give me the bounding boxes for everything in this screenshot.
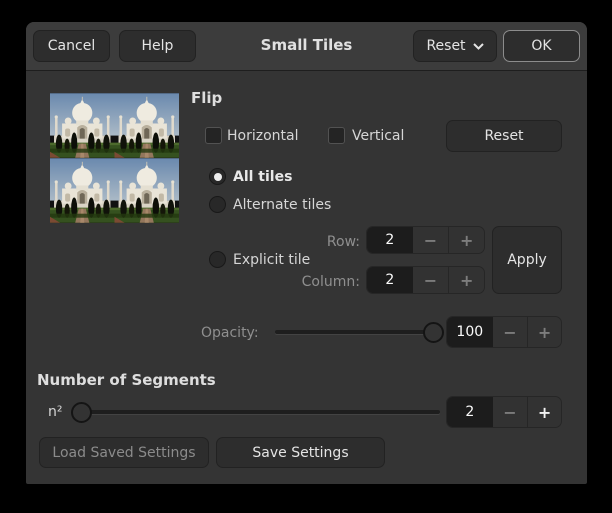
vertical-checkbox-label[interactable]: Vertical [352,128,404,144]
help-button[interactable]: Help [119,30,196,62]
opacity-slider-track[interactable] [275,330,443,334]
horizontal-checkbox[interactable] [205,127,222,144]
alternate-tiles-radio-label[interactable]: Alternate tiles [233,197,331,213]
opacity-slider-thumb[interactable] [423,322,444,343]
opacity-decrement-button[interactable]: − [493,317,528,347]
segments-increment-button[interactable]: + [527,397,561,427]
minus-icon: − [424,231,437,250]
minus-icon: − [503,323,516,342]
save-settings-button[interactable]: Save Settings [216,437,385,468]
ok-button[interactable]: OK [503,30,580,62]
reset-menu-button[interactable]: Reset [413,30,497,62]
row-input[interactable]: 2 [367,227,413,253]
segments-slider-track[interactable] [75,410,440,414]
row-increment-button[interactable]: + [448,227,484,253]
all-tiles-radio-label[interactable]: All tiles [233,169,292,185]
plus-icon: + [538,403,551,422]
row-decrement-button[interactable]: − [413,227,449,253]
plus-icon: + [538,323,551,342]
row-label: Row: [276,234,360,250]
apply-button[interactable]: Apply [492,226,562,294]
opacity-label: Opacity: [201,325,259,341]
explicit-tile-radio[interactable] [209,251,226,268]
plus-icon: + [460,271,473,290]
segments-input[interactable]: 2 [447,397,493,427]
horizontal-checkbox-label[interactable]: Horizontal [227,128,298,144]
load-saved-settings-button[interactable]: Load Saved Settings [39,437,209,468]
minus-icon: − [424,271,437,290]
cancel-button[interactable]: Cancel [33,30,110,62]
chevron-down-icon [473,43,484,50]
opacity-spinner: 100 − + [446,316,562,348]
row-spinner: 2 − + [366,226,485,254]
segments-n-label: n² [48,404,63,420]
minus-icon: − [503,403,516,422]
segments-slider-thumb[interactable] [71,402,92,423]
plus-icon: + [460,231,473,250]
dialog-header-bar: Cancel Help Small Tiles Reset OK [26,22,587,71]
column-spinner: 2 − + [366,266,485,294]
all-tiles-radio[interactable] [209,168,226,185]
flip-reset-button[interactable]: Reset [446,120,562,152]
small-tiles-dialog: Cancel Help Small Tiles Reset OK [26,22,587,484]
alternate-tiles-radio[interactable] [209,196,226,213]
column-decrement-button[interactable]: − [413,267,449,293]
opacity-increment-button[interactable]: + [527,317,561,347]
preview-image [50,93,179,223]
segments-spinner: 2 − + [446,396,562,428]
column-label: Column: [276,274,360,290]
column-input[interactable]: 2 [367,267,413,293]
column-increment-button[interactable]: + [448,267,484,293]
explicit-tile-radio-label[interactable]: Explicit tile [233,252,310,268]
vertical-checkbox[interactable] [328,127,345,144]
segments-decrement-button[interactable]: − [493,397,528,427]
segments-heading: Number of Segments [37,371,216,389]
opacity-input[interactable]: 100 [447,317,493,347]
flip-heading: Flip [191,89,222,107]
screen-background: Cancel Help Small Tiles Reset OK [0,0,612,513]
reset-menu-label: Reset [426,38,465,54]
